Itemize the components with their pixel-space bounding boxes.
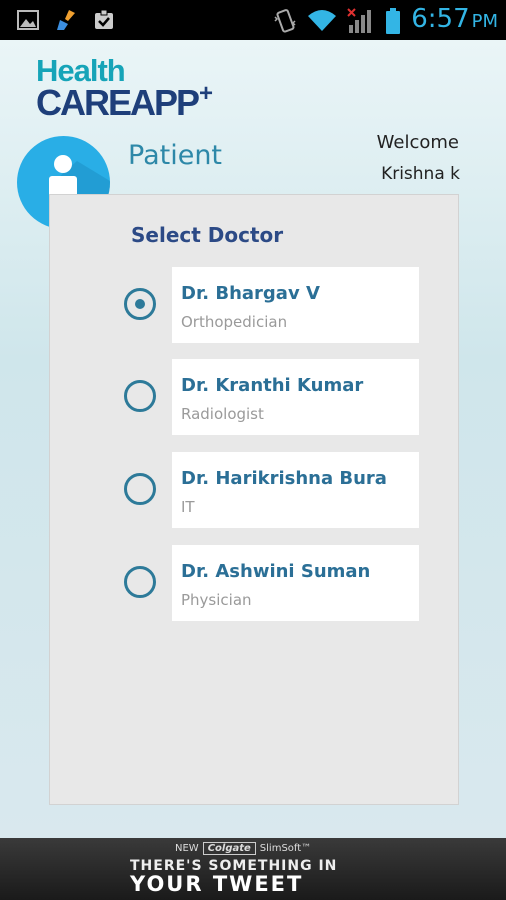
doctor-card[interactable]: Dr. Ashwini Suman Physician xyxy=(172,545,419,621)
section-title: Select Doctor xyxy=(131,223,284,247)
ad-banner[interactable]: NEW Colgate SlimSoft™ THERE'S SOMETHING IN… xyxy=(0,838,506,900)
radio-button[interactable] xyxy=(124,380,156,412)
radio-selected-dot xyxy=(135,299,145,309)
doctor-card[interactable]: Dr. Harikrishna Bura IT xyxy=(172,452,419,528)
doctor-specialty: Physician xyxy=(181,591,252,609)
status-bar: 6:57 PM xyxy=(0,0,506,40)
image-icon xyxy=(16,8,40,32)
doctor-specialty: Orthopedician xyxy=(181,313,288,331)
doctor-specialty: IT xyxy=(181,498,195,516)
doctor-name: Dr. Kranthi Kumar xyxy=(181,375,364,396)
radio-button[interactable] xyxy=(124,288,156,320)
welcome-label: Welcome xyxy=(376,132,459,153)
doctor-option-kranthi[interactable]: Dr. Kranthi Kumar Radiologist xyxy=(50,359,460,435)
doctor-option-harikrishna[interactable]: Dr. Harikrishna Bura IT xyxy=(50,452,460,528)
wifi-icon xyxy=(307,7,337,31)
doctor-name: Dr. Harikrishna Bura xyxy=(181,468,387,489)
doctor-selection-panel: Select Doctor Dr. Bhargav V Orthopedicia… xyxy=(49,194,459,805)
app-logo: Health CAREAPP+ xyxy=(36,55,213,125)
vibrate-icon xyxy=(273,7,297,33)
doctor-specialty: Radiologist xyxy=(181,405,264,423)
radio-button[interactable] xyxy=(124,473,156,505)
clock: 6:57 PM xyxy=(411,4,498,34)
cleaner-icon xyxy=(54,8,78,32)
user-name: Krishna k xyxy=(381,164,460,184)
battery-icon xyxy=(385,7,401,34)
doctor-option-bhargav[interactable]: Dr. Bhargav V Orthopedician xyxy=(50,267,460,343)
signal-icon xyxy=(347,7,375,33)
page-title: Patient xyxy=(128,140,223,171)
doctor-card[interactable]: Dr. Bhargav V Orthopedician xyxy=(172,267,419,343)
ad-brand-line: NEW Colgate SlimSoft™ xyxy=(175,842,312,855)
main-screen: Health CAREAPP+ Welcome Krishna k Patien… xyxy=(0,40,506,838)
logo-careapp-text: CAREAPP+ xyxy=(36,80,213,123)
clipboard-icon xyxy=(92,8,116,32)
doctor-name: Dr. Ashwini Suman xyxy=(181,561,371,582)
ad-headline-2: YOUR TWEET xyxy=(130,872,304,896)
doctor-name: Dr. Bhargav V xyxy=(181,283,320,304)
radio-button[interactable] xyxy=(124,566,156,598)
doctor-card[interactable]: Dr. Kranthi Kumar Radiologist xyxy=(172,359,419,435)
doctor-option-ashwini[interactable]: Dr. Ashwini Suman Physician xyxy=(50,545,460,621)
